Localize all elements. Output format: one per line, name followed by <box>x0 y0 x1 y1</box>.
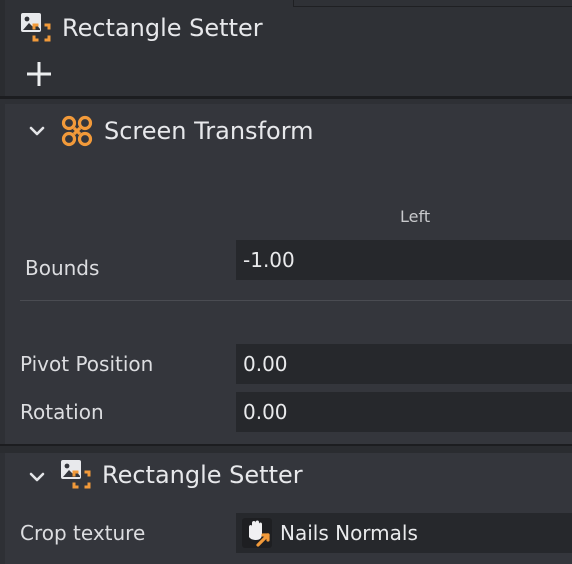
pivot-position-value: 0.00 <box>243 352 288 376</box>
rectangle-setter-header[interactable]: Rectangle Setter <box>5 453 572 509</box>
screen-transform-title-text: Screen Transform <box>104 117 314 145</box>
object-title-text: Rectangle Setter <box>62 14 263 42</box>
screen-transform-icon <box>60 114 94 148</box>
rectangle-setter-title: Rectangle Setter <box>60 459 303 491</box>
rotation-value: 0.00 <box>243 400 288 424</box>
header-divider <box>0 96 572 99</box>
chevron-down-icon[interactable] <box>29 469 45 485</box>
left-edge <box>0 0 5 96</box>
chevron-down-icon[interactable] <box>29 123 45 139</box>
rectangle-setter-panel: Rectangle Setter Crop texture Nails Norm… <box>5 453 572 564</box>
crop-texture-value: Nails Normals <box>280 521 418 545</box>
bounds-column-header: Left <box>400 207 431 226</box>
pivot-position-input[interactable]: 0.00 <box>236 344 572 384</box>
bounds-left-input[interactable]: -1.00 <box>236 240 572 280</box>
bounds-label: Bounds <box>25 256 100 280</box>
rectangle-setter-icon <box>60 459 92 491</box>
crop-texture-label: Crop texture <box>20 521 146 545</box>
rotation-label: Rotation <box>20 400 104 424</box>
panel-divider <box>0 444 572 446</box>
add-component-button[interactable] <box>24 59 54 89</box>
screen-transform-header[interactable]: Screen Transform <box>5 104 572 160</box>
screen-transform-panel: Screen Transform Left Bounds -1.00 Pivot… <box>5 104 572 444</box>
bounds-left-value: -1.00 <box>243 248 295 272</box>
rectangle-setter-title-text: Rectangle Setter <box>102 461 303 489</box>
screen-transform-title: Screen Transform <box>60 114 314 148</box>
object-header: Rectangle Setter <box>0 0 572 96</box>
texture-hand-icon <box>242 518 272 548</box>
rotation-input[interactable]: 0.00 <box>236 392 572 432</box>
plus-icon <box>27 62 51 86</box>
crop-texture-field[interactable]: Nails Normals <box>236 513 572 553</box>
header-corner-line-h <box>293 6 572 7</box>
object-title: Rectangle Setter <box>20 8 263 48</box>
pivot-position-label: Pivot Position <box>20 352 154 376</box>
rectangle-setter-icon <box>20 12 52 44</box>
bounds-separator <box>20 300 572 301</box>
inspector-panel: Rectangle Setter Screen Transform Left B… <box>0 0 572 564</box>
